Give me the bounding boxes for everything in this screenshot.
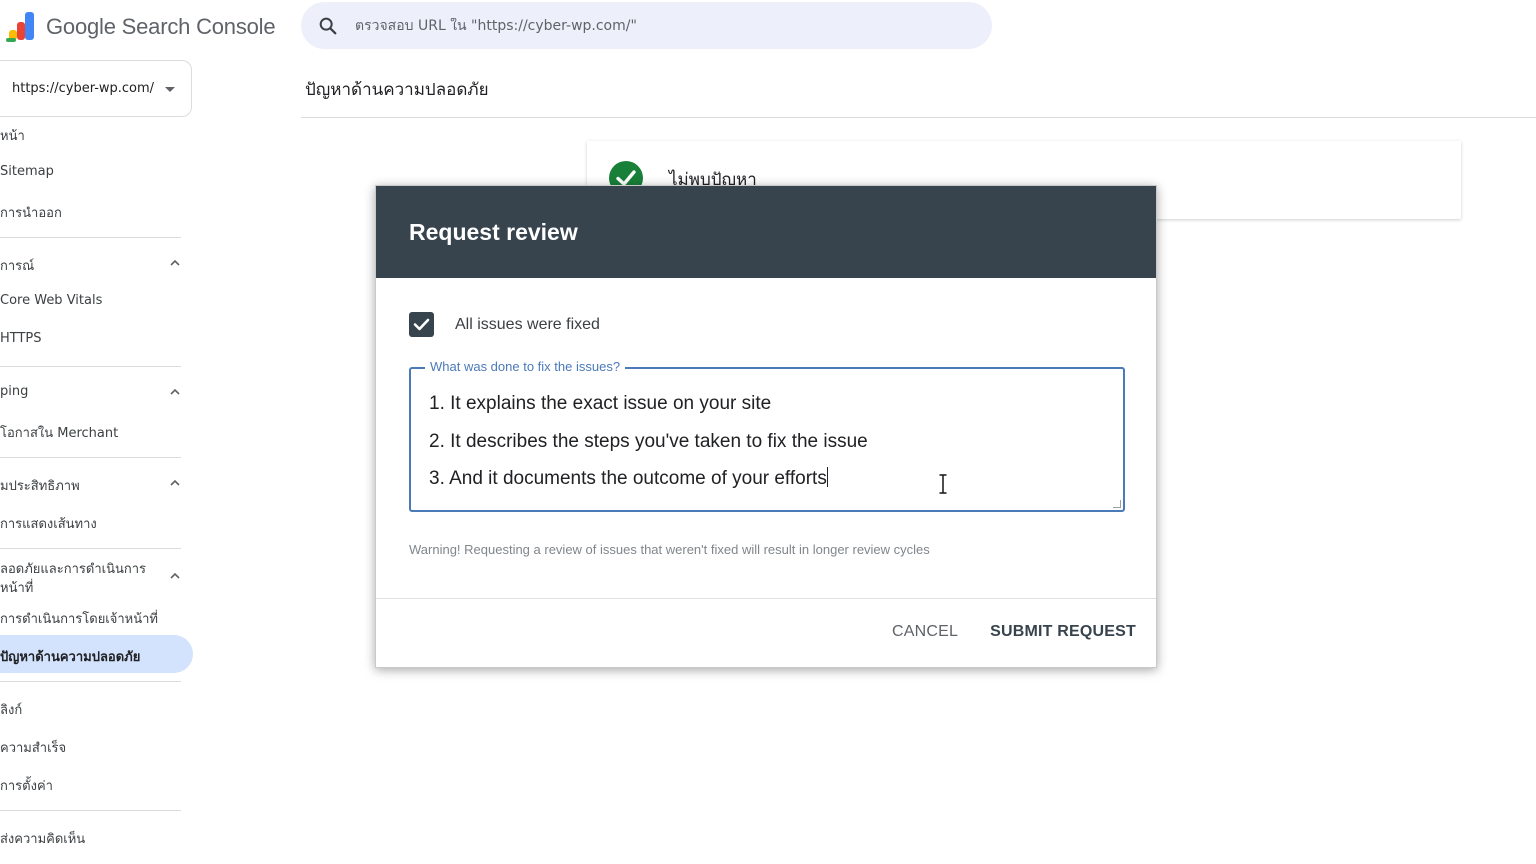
- text-caret: [826, 467, 828, 487]
- sidebar-divider: [0, 810, 181, 811]
- sidebar-item-pages[interactable]: หน้า: [0, 125, 25, 146]
- textarea-content[interactable]: 1. It explains the exact issue on your s…: [429, 385, 868, 498]
- sidebar-divider: [0, 548, 181, 549]
- request-review-dialog: Request review All issues were fixed Wha…: [375, 185, 1157, 668]
- checkmark-icon: [413, 318, 430, 331]
- issues-fixed-checkbox[interactable]: [409, 312, 434, 337]
- search-icon: [319, 17, 337, 34]
- sidebar-item-sitemaps[interactable]: Sitemap: [0, 164, 54, 179]
- textarea-line: 3. And it documents the outcome of your …: [429, 468, 827, 489]
- chevron-up-icon[interactable]: [170, 387, 180, 397]
- sidebar-section-security-manual-actions-line2[interactable]: หน้าที่: [0, 577, 33, 598]
- sidebar-divider: [0, 457, 181, 458]
- sidebar-divider: [0, 237, 181, 238]
- sidebar-divider: [0, 681, 181, 682]
- header-divider: [301, 117, 1536, 118]
- sidebar-item-achievements[interactable]: ความสำเร็จ: [0, 737, 66, 758]
- chevron-up-icon[interactable]: [170, 478, 180, 488]
- sidebar-section-enhancements[interactable]: มประสิทธิภาพ: [0, 475, 80, 496]
- page-title: ปัญหาด้านความปลอดภัย: [305, 80, 489, 100]
- sidebar-item-merchant-opportunities[interactable]: โอกาสใน Merchant: [0, 422, 118, 443]
- chevron-up-icon[interactable]: [170, 571, 180, 581]
- sidebar-item-core-web-vitals[interactable]: Core Web Vitals: [0, 293, 102, 308]
- search-console-logo-icon: [6, 12, 38, 42]
- issues-fixed-checkbox-row[interactable]: All issues were fixed: [409, 312, 600, 337]
- sidebar-section-experience[interactable]: การณ์: [0, 255, 34, 276]
- sidebar-item-security-issues[interactable]: ปัญหาด้านความปลอดภัย: [0, 646, 140, 667]
- textarea-label: What was done to fix the issues?: [425, 359, 626, 374]
- dialog-header: Request review: [376, 186, 1156, 278]
- sidebar-item-settings[interactable]: การตั้งค่า: [0, 775, 53, 796]
- sidebar-section-shopping[interactable]: ping: [0, 384, 28, 399]
- warning-text: Warning! Requesting a review of issues t…: [409, 542, 930, 557]
- submit-request-button[interactable]: SUBMIT REQUEST: [978, 623, 1136, 641]
- app-logo[interactable]: Google Search Console: [6, 10, 276, 44]
- property-selector[interactable]: https://cyber-wp.com/: [0, 60, 192, 117]
- textarea-line: 2. It describes the steps you've taken t…: [429, 430, 868, 452]
- text-cursor-icon: [939, 474, 947, 494]
- sidebar-item-removals[interactable]: การนำออก: [0, 202, 62, 223]
- sidebar-item-feedback[interactable]: ส่งความคิดเห็น: [0, 828, 85, 849]
- sidebar-item-manual-actions[interactable]: การดำเนินการโดยเจ้าหน้าที่: [0, 608, 158, 629]
- sidebar-section-security-manual-actions[interactable]: ลอดภัยและการดำเนินการ: [0, 558, 146, 579]
- dialog-title: Request review: [409, 218, 578, 245]
- textarea-line-last: 3. And it documents the outcome of your …: [429, 460, 868, 498]
- textarea-line: 1. It explains the exact issue on your s…: [429, 393, 772, 414]
- dropdown-caret-icon: [165, 87, 175, 92]
- dialog-divider: [376, 598, 1156, 599]
- app-title: Google Search Console: [46, 14, 276, 39]
- url-inspection-search[interactable]: [301, 2, 992, 49]
- fix-description-textarea[interactable]: What was done to fix the issues? 1. It e…: [409, 359, 1125, 512]
- checkbox-label: All issues were fixed: [455, 315, 600, 333]
- sidebar-item-breadcrumbs[interactable]: การแสดงเส้นทาง: [0, 513, 97, 534]
- dialog-actions: CANCEL SUBMIT REQUEST: [880, 623, 1136, 641]
- cancel-button[interactable]: CANCEL: [880, 623, 970, 641]
- sidebar-item-links[interactable]: ลิงก์: [0, 699, 22, 720]
- resize-handle-icon[interactable]: [1113, 500, 1121, 508]
- chevron-up-icon[interactable]: [170, 258, 180, 268]
- search-input[interactable]: [355, 17, 915, 34]
- sidebar-item-https[interactable]: HTTPS: [0, 331, 42, 346]
- sidebar-divider: [0, 366, 181, 367]
- property-url: https://cyber-wp.com/: [12, 81, 155, 96]
